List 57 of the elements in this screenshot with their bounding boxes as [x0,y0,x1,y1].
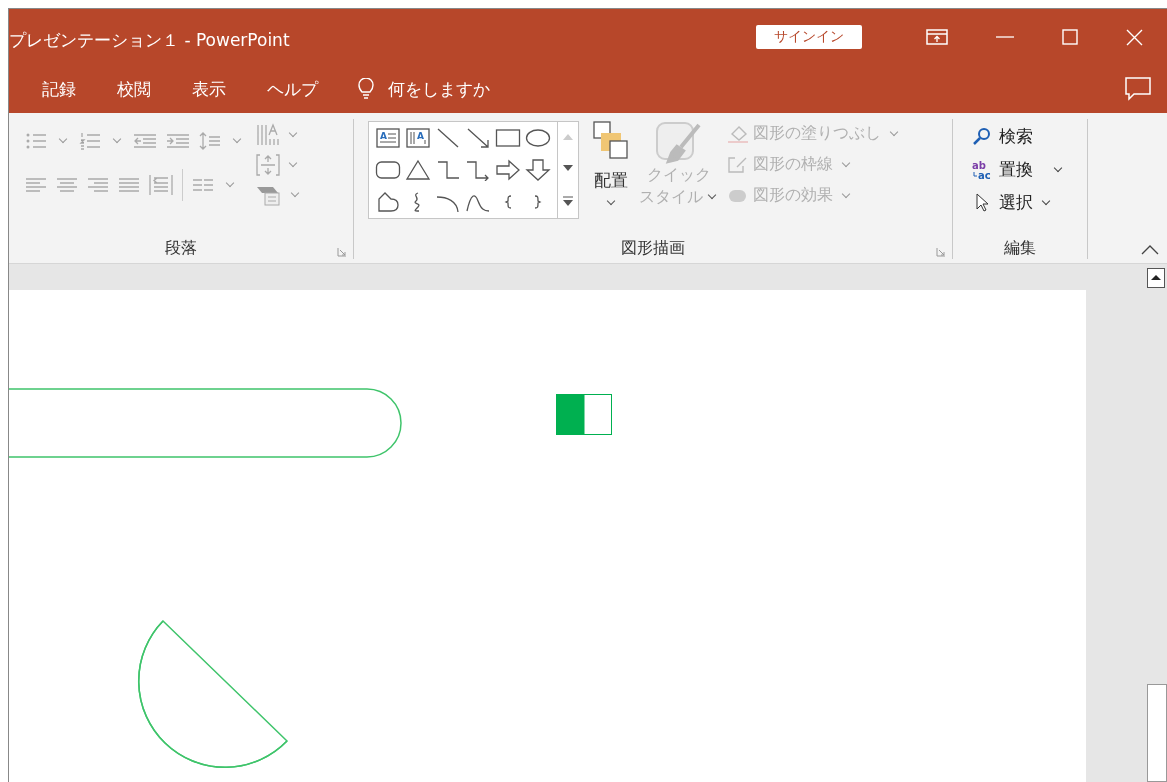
distributed-icon[interactable] [149,174,173,196]
bullets-icon[interactable] [25,131,47,151]
elbow-arrow-connector-icon[interactable] [465,159,491,181]
freeform-icon[interactable] [375,191,401,213]
ribbon-tab[interactable]: 校閲 [117,77,151,101]
arrow-icon[interactable] [465,127,491,149]
lightbulb-icon [358,78,374,100]
rounded-rectangle-icon[interactable] [375,159,401,181]
triangle-icon[interactable] [405,159,431,181]
collapse-ribbon-icon[interactable] [1141,245,1159,255]
ribbon-tab[interactable]: 表示 [192,77,226,101]
ribbon-tab[interactable]: ヘルプ [267,77,318,101]
half-filled-rectangle-shape[interactable] [556,394,612,435]
decrease-indent-icon[interactable] [133,131,157,151]
justify-icon[interactable] [118,177,140,193]
line-spacing-icon[interactable] [199,131,221,151]
rectangle-icon[interactable] [495,127,521,149]
arrange-button[interactable]: 配置 [589,121,633,225]
editing-button[interactable]: 検索 [969,123,1067,150]
window-title: プレゼンテーション１ - PowerPoint [9,28,290,52]
scrollbar-thumb[interactable] [1147,684,1167,782]
align-center-icon[interactable] [56,177,78,193]
sign-in-button[interactable]: サインイン [756,25,862,49]
shapes-gallery[interactable]: A A [368,121,579,219]
align-right-icon[interactable] [87,177,109,193]
maximize-icon[interactable] [1062,29,1078,45]
increase-indent-icon[interactable] [166,131,190,151]
elbow-connector-icon[interactable] [435,159,461,181]
ribbon-tab[interactable]: 記録 [42,77,76,101]
text-box-icon[interactable]: A [375,127,401,149]
group-label: 編集 [1004,238,1036,259]
right-arrow-icon[interactable] [495,159,521,181]
paint-bucket-icon [727,124,749,143]
more-icon[interactable] [563,195,573,206]
line-icon[interactable] [435,127,461,149]
columns-icon[interactable] [192,177,214,193]
align-text-icon[interactable] [256,153,280,177]
ribbon-display-icon[interactable] [926,29,948,45]
arrange-icon [593,121,629,161]
down-arrow-icon[interactable] [525,159,551,181]
text-direction-icon[interactable] [256,123,280,147]
scroll-up-icon[interactable] [1147,268,1165,288]
close-icon[interactable] [1126,28,1143,46]
align-left-icon[interactable] [25,177,47,193]
tell-me-field[interactable]: 何をしますか [358,77,490,101]
dialog-launcher-icon[interactable] [337,247,347,257]
group-label: 段落 [165,238,197,259]
editing-button[interactable]: 選択 [969,189,1067,216]
oval-icon[interactable] [525,127,551,149]
group-label: 図形描画 [621,238,685,259]
brush-icon [655,121,703,165]
vertical-text-box-icon[interactable]: A [405,127,431,149]
pencil-icon [727,155,749,174]
numbering-icon[interactable] [79,131,101,151]
comment-icon[interactable] [1125,77,1151,101]
scroll-down-icon[interactable] [563,165,573,171]
dialog-launcher-icon[interactable] [936,247,946,257]
